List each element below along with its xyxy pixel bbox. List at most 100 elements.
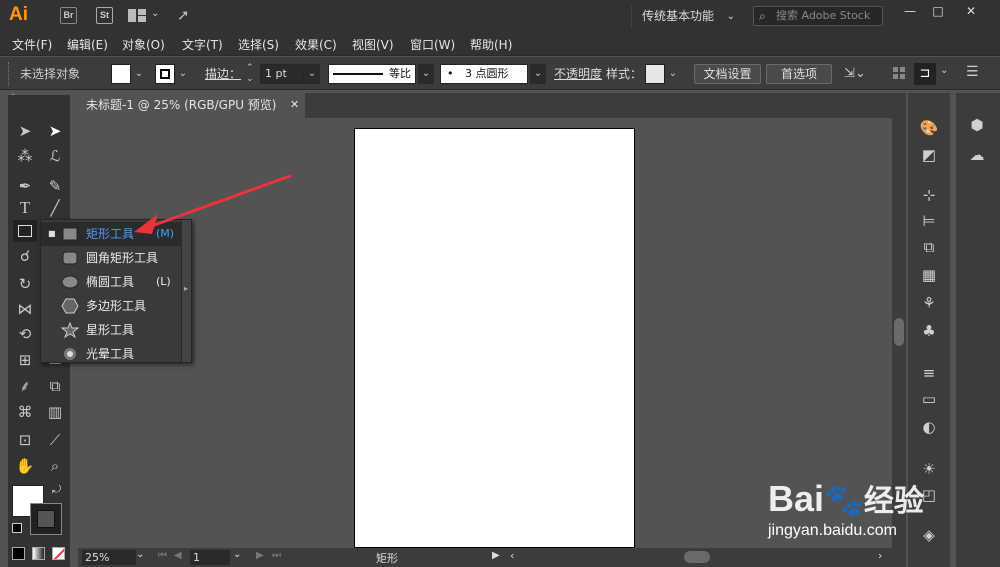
workspace-switcher[interactable]: 传统基本功能 ⌄ [631,6,745,27]
transparency-panel-icon[interactable]: ◐ [918,417,940,437]
chevron-down-icon[interactable]: ⌄ [418,64,434,84]
transform-panel-icon[interactable]: ⊹ [918,185,940,205]
chevron-down-icon[interactable]: ⌄ [233,549,241,560]
symbols-panel-icon[interactable]: ♣ [918,321,940,341]
variable-width-profile[interactable]: 等比 [328,64,416,84]
selection-tool-icon[interactable]: ➤ [13,120,37,142]
magic-wand-icon[interactable]: ⁂ [13,145,37,167]
transform-icon[interactable]: ⇲⌄ [844,66,866,81]
status-menu-icon[interactable]: ▶ [492,550,500,561]
width-tool-icon[interactable]: ⋈ [13,298,37,320]
hand-tool-icon[interactable]: ✋ [13,455,37,477]
chevron-down-icon[interactable]: ⌄ [665,64,681,84]
chevron-down-icon[interactable]: ⌄ [940,65,948,76]
chevron-down-icon[interactable]: ⌄ [175,64,191,84]
stroke-panel-icon[interactable]: ≡ [918,363,940,383]
eyedropper-icon[interactable]: ⸙ [13,375,37,397]
artboard-number-field[interactable]: 1 [190,550,230,565]
restore-button[interactable]: □ [925,4,951,20]
free-transform-icon[interactable]: ⟲ [13,323,37,345]
none-mode-icon[interactable] [52,547,65,560]
color-mode-icon[interactable] [12,547,25,560]
gradient-panel-icon[interactable]: ▭ [918,389,940,409]
libraries-panel-icon[interactable]: ☁ [966,145,988,165]
chevron-down-icon[interactable]: ⌄ [530,64,546,84]
type-tool-icon[interactable]: T [13,197,37,219]
first-artboard-icon[interactable]: ⏮ [158,550,167,561]
lasso-icon[interactable]: ℒ [43,145,67,167]
document-tab[interactable]: 未标题-1 @ 25% (RGB/GPU 预览) ✕ [78,93,305,118]
arrange-documents-icon[interactable] [128,9,146,22]
stock-search-input[interactable]: ⌕ 搜索 Adobe Stock [753,6,883,26]
rectangle-tool-icon[interactable] [13,220,37,242]
swatches-panel-icon[interactable]: ▦ [918,265,940,285]
zoom-tool-icon[interactable]: ⌕ [43,455,67,477]
chevron-down-icon[interactable]: ⌄ [131,64,147,84]
line-tool-icon[interactable]: ╱ [43,197,67,219]
menu-help[interactable]: 帮助(H) [470,36,512,53]
chevron-down-icon[interactable]: ⌄ [304,64,320,84]
tearoff-bar[interactable]: ▸ [181,220,191,362]
stock-button[interactable]: St [96,7,113,24]
menu-select[interactable]: 选择(S) [238,36,279,53]
shaper-tool-icon[interactable]: ☌ [13,245,37,267]
chevron-down-icon[interactable]: ⌄ [151,8,159,19]
properties-panel-icon[interactable]: ⬢ [966,115,988,135]
flyout-item-rounded-rectangle[interactable]: 圆角矩形工具 [41,246,181,270]
rotate-tool-icon[interactable]: ↻ [13,273,37,295]
blend-tool-icon[interactable]: ⧉ [43,375,67,397]
brushes-panel-icon[interactable]: ⚘ [918,293,940,313]
menu-edit[interactable]: 编辑(E) [67,36,108,53]
opacity-label[interactable]: 不透明度 [554,64,602,84]
previous-artboard-icon[interactable]: ◀ [174,550,182,561]
chevron-down-icon[interactable]: ⌄ [136,549,144,560]
menu-type[interactable]: 文字(T) [182,36,223,53]
brush-definition[interactable]: • 3 点圆形 [440,64,528,84]
panel-options-icon[interactable]: ⊐ [914,63,936,85]
pen-tool-icon[interactable]: ✒ [13,175,37,197]
align-icon[interactable] [893,67,905,79]
symbol-sprayer-icon[interactable]: ⌘ [13,401,37,423]
artboard[interactable] [354,128,635,548]
stroke-label[interactable]: 描边： [205,64,241,84]
swap-colors-icon[interactable]: ⤾ [52,483,61,497]
artboard-tool-icon[interactable]: ⊡ [13,429,37,451]
scroll-left-icon[interactable]: ‹ [510,549,514,562]
rocket-icon[interactable]: ➚ [177,6,190,24]
minimize-button[interactable]: — [897,4,923,20]
color-guide-icon[interactable]: ◩ [918,145,940,165]
curvature-tool-icon[interactable]: ✎ [43,175,67,197]
stroke-stepper-icon[interactable]: ⌃ ⌄ [246,63,254,85]
fill-swatch[interactable] [111,64,131,84]
menu-effect[interactable]: 效果(C) [295,36,337,53]
next-artboard-icon[interactable]: ▶ [256,550,264,561]
bridge-button[interactable]: Br [60,7,77,24]
stroke-weight-field[interactable]: 1 pt [260,64,304,84]
menu-list-icon[interactable]: ☰ [966,64,979,80]
document-setup-button[interactable]: 文档设置 [694,64,761,84]
align-panel-icon[interactable]: ⊨ [918,211,940,231]
color-palette-icon[interactable]: 🎨 [918,118,940,138]
close-window-button[interactable]: ✕ [958,4,984,20]
stroke-swatch[interactable] [155,64,175,84]
last-artboard-icon[interactable]: ⏭ [272,550,281,561]
flyout-item-polygon[interactable]: 多边形工具 [41,294,181,318]
menu-view[interactable]: 视图(V) [352,36,394,53]
slice-tool-icon[interactable]: ⟋ [43,429,67,451]
pathfinder-icon[interactable]: ⧉ [918,237,940,257]
stroke-color-swatch[interactable] [30,503,62,535]
zoom-field[interactable]: 25% [82,550,136,565]
default-colors-icon[interactable] [12,523,22,533]
close-tab-icon[interactable]: ✕ [290,93,299,117]
graphic-style-swatch[interactable] [645,64,665,84]
preferences-button[interactable]: 首选项 [766,64,832,84]
gradient-mode-icon[interactable] [32,547,45,560]
menu-object[interactable]: 对象(O) [122,36,165,53]
horizontal-scroll-thumb[interactable] [684,551,710,563]
menu-window[interactable]: 窗口(W) [410,36,455,53]
control-bar-grip[interactable] [8,62,10,86]
direct-selection-tool-icon[interactable]: ➤ [43,120,67,142]
scroll-thumb[interactable] [894,318,904,346]
graph-tool-icon[interactable]: ▥ [43,401,67,423]
flyout-item-ellipse[interactable]: 椭圆工具 (L) [41,270,181,294]
